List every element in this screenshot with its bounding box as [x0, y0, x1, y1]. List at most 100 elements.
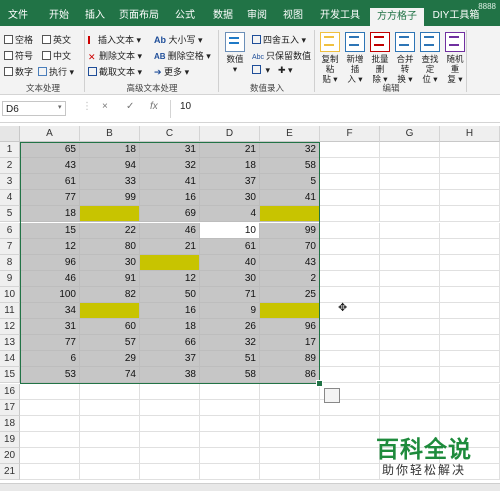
- tab-2[interactable]: 插入: [78, 5, 112, 26]
- cell-D10[interactable]: 71: [200, 286, 260, 303]
- cell-C14[interactable]: 37: [140, 351, 200, 368]
- edit-button-2[interactable]: 批量删除 ▾: [368, 32, 392, 84]
- cell-H11[interactable]: [440, 303, 500, 319]
- cell-F15[interactable]: [320, 367, 380, 384]
- cell-D20[interactable]: [200, 447, 260, 464]
- column-header-B[interactable]: B: [80, 126, 140, 142]
- cell-D19[interactable]: [200, 431, 260, 448]
- cell-C7[interactable]: 21: [140, 238, 200, 255]
- cell-A3[interactable]: 61: [20, 174, 80, 191]
- cell-F14[interactable]: [320, 351, 380, 368]
- cell-E6[interactable]: 99: [260, 222, 320, 239]
- cell-F6[interactable]: [320, 222, 380, 239]
- cell-A10[interactable]: 100: [20, 286, 80, 303]
- cell-E16[interactable]: [260, 383, 320, 400]
- cell-H16[interactable]: [440, 383, 500, 400]
- cell-C10[interactable]: 50: [140, 286, 200, 303]
- round-button[interactable]: 四舍五入 ▾: [252, 33, 306, 46]
- cell-D13[interactable]: 32: [200, 335, 260, 352]
- cell-G4[interactable]: [380, 190, 440, 207]
- tab-7[interactable]: 视图: [276, 5, 310, 26]
- cell-D5[interactable]: 4: [200, 206, 260, 223]
- cell-G6[interactable]: [380, 222, 440, 239]
- tab-3[interactable]: 页面布局: [114, 5, 164, 26]
- row-header-19[interactable]: 19: [0, 431, 20, 448]
- cell-D15[interactable]: 58: [200, 367, 260, 384]
- cell-A18[interactable]: [20, 415, 80, 432]
- cell-C5[interactable]: 69: [140, 206, 200, 223]
- cell-F12[interactable]: [320, 319, 380, 336]
- cell-F7[interactable]: [320, 238, 380, 255]
- cell-E2[interactable]: 58: [260, 158, 320, 175]
- column-header-G[interactable]: G: [380, 126, 440, 142]
- row-header-10[interactable]: 10: [0, 286, 20, 303]
- cell-E17[interactable]: [260, 399, 320, 416]
- case-button[interactable]: Ab 大小写 ▾: [154, 33, 203, 46]
- cell-A19[interactable]: [20, 431, 80, 448]
- cell-G17[interactable]: [380, 399, 440, 416]
- cell-F2[interactable]: [320, 158, 380, 175]
- cell-A7[interactable]: 12: [20, 238, 80, 255]
- cell-D17[interactable]: [200, 399, 260, 416]
- insert-text-button[interactable]: 插入文本 ▾: [88, 33, 141, 46]
- cell-E5[interactable]: [260, 206, 320, 223]
- cell-E10[interactable]: 25: [260, 286, 320, 303]
- cell-H13[interactable]: [440, 335, 500, 352]
- cell-B21[interactable]: [80, 464, 140, 480]
- row-header-9[interactable]: 9: [0, 270, 20, 287]
- cell-B14[interactable]: 29: [80, 351, 140, 368]
- quick-analysis-icon[interactable]: [324, 387, 340, 403]
- cell-F10[interactable]: [320, 286, 380, 303]
- cell-A20[interactable]: [20, 447, 80, 464]
- cell-G12[interactable]: [380, 319, 440, 336]
- cell-H8[interactable]: [440, 254, 500, 271]
- cell-G2[interactable]: [380, 158, 440, 175]
- tab-0[interactable]: 文件: [0, 5, 36, 26]
- column-header-D[interactable]: D: [200, 126, 260, 142]
- cell-F8[interactable]: [320, 254, 380, 271]
- cell-F18[interactable]: [320, 415, 380, 432]
- column-header-A[interactable]: A: [20, 126, 80, 142]
- cell-H3[interactable]: [440, 174, 500, 191]
- edit-button-1[interactable]: 新增插入 ▾: [343, 32, 367, 84]
- cell-D9[interactable]: 30: [200, 270, 260, 287]
- select-all-corner[interactable]: [0, 126, 20, 142]
- cell-E13[interactable]: 17: [260, 335, 320, 352]
- cell-H6[interactable]: [440, 222, 500, 239]
- keep-value-button[interactable]: Abc 只保留数值: [252, 49, 311, 62]
- row-header-11[interactable]: 11: [0, 303, 20, 319]
- cell-A2[interactable]: 43: [20, 158, 80, 175]
- checkbox-english[interactable]: 英文: [42, 33, 71, 46]
- row-header-7[interactable]: 7: [0, 238, 20, 255]
- cell-G10[interactable]: [380, 286, 440, 303]
- name-box[interactable]: D6: [2, 101, 66, 116]
- row-header-14[interactable]: 14: [0, 351, 20, 368]
- checkbox-symbol[interactable]: 符号: [4, 49, 33, 62]
- cell-B15[interactable]: 74: [80, 367, 140, 384]
- cell-C15[interactable]: 38: [140, 367, 200, 384]
- cell-B3[interactable]: 33: [80, 174, 140, 191]
- cell-G7[interactable]: [380, 238, 440, 255]
- confirm-button[interactable]: ✓: [126, 101, 134, 112]
- cell-A12[interactable]: 31: [20, 319, 80, 336]
- cell-G13[interactable]: [380, 335, 440, 352]
- tab-4[interactable]: 公式: [166, 5, 204, 26]
- cell-E21[interactable]: [260, 464, 320, 480]
- cell-B10[interactable]: 82: [80, 286, 140, 303]
- chevron-down-icon[interactable]: ▾: [58, 103, 62, 111]
- cell-E15[interactable]: 86: [260, 367, 320, 384]
- cell-D8[interactable]: 40: [200, 254, 260, 271]
- cell-F5[interactable]: [320, 206, 380, 223]
- cell-E9[interactable]: 2: [260, 270, 320, 287]
- cell-H14[interactable]: [440, 351, 500, 368]
- cell-E7[interactable]: 70: [260, 238, 320, 255]
- row-header-1[interactable]: 1: [0, 142, 20, 158]
- cell-D6[interactable]: 10: [200, 222, 260, 239]
- insert-function-button[interactable]: fx: [150, 101, 158, 112]
- extract-text-button[interactable]: 截取文本 ▾: [88, 65, 142, 78]
- cell-D11[interactable]: 9: [200, 303, 260, 319]
- row-header-5[interactable]: 5: [0, 206, 20, 223]
- cell-B19[interactable]: [80, 431, 140, 448]
- cell-C2[interactable]: 32: [140, 158, 200, 175]
- cell-H5[interactable]: [440, 206, 500, 223]
